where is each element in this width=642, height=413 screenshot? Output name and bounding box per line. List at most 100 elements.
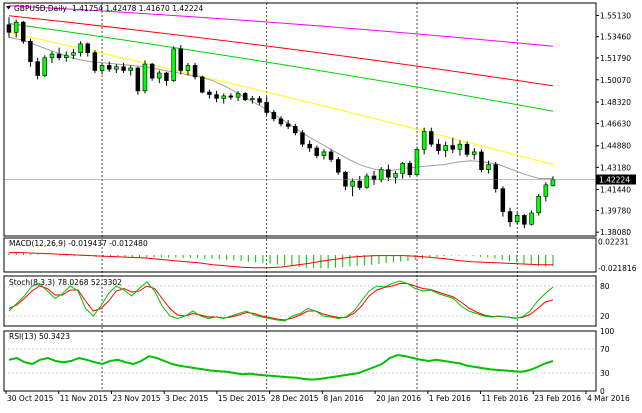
stoch-main-line	[8, 280, 554, 322]
candle	[350, 178, 355, 197]
candle	[214, 90, 219, 103]
candle-body	[493, 164, 498, 190]
candle-body	[207, 91, 212, 95]
candle-body	[200, 76, 205, 93]
candle-body	[114, 66, 119, 70]
date-tick-label: 23 Feb 2016	[534, 394, 581, 403]
candle	[99, 62, 105, 75]
candle	[178, 45, 184, 75]
candle-body	[228, 95, 234, 98]
price-tick-label: 1.43180	[600, 163, 631, 172]
candle-body	[328, 151, 334, 160]
candle-body	[242, 93, 248, 101]
date-tick-label: 28 Dec 2015	[271, 394, 319, 403]
rsi-line	[8, 353, 554, 381]
candle	[221, 93, 227, 104]
candle	[56, 47, 62, 61]
candle	[400, 162, 405, 179]
candle-body	[250, 98, 255, 101]
candle	[128, 65, 133, 76]
candle-body	[393, 173, 398, 178]
candle	[436, 139, 441, 155]
candle-body	[486, 164, 491, 171]
candle	[78, 41, 83, 57]
candle-body	[28, 40, 33, 62]
candle-body	[428, 131, 434, 145]
candle-body	[171, 48, 176, 82]
rsi-label: RSI(13) 50.3423	[9, 332, 70, 341]
candle-body	[35, 61, 40, 76]
candle-body	[157, 72, 162, 79]
candle-body	[6, 24, 12, 33]
candle	[543, 182, 549, 202]
candle	[335, 156, 341, 175]
candle	[257, 95, 262, 105]
candle	[450, 137, 455, 154]
candle-body	[550, 179, 556, 186]
date-tick-label: 30 Oct 2015	[7, 394, 54, 403]
candle-body	[400, 163, 405, 174]
candle	[371, 170, 377, 185]
candle-body	[378, 169, 384, 181]
candle-body	[42, 57, 47, 76]
date-tick-label: 8 Jan 2016	[323, 394, 363, 403]
candle-body	[56, 53, 62, 59]
candle	[264, 97, 269, 115]
price-tick-label: 1.39780	[600, 207, 631, 216]
candle-body	[221, 95, 227, 99]
candle-body	[92, 52, 98, 71]
candle-body	[271, 112, 277, 120]
stoch-tick-label: 20	[600, 312, 610, 321]
candle	[536, 193, 541, 216]
candle	[507, 207, 513, 227]
rsi-tick-label: 70	[600, 345, 610, 354]
candle	[414, 146, 420, 177]
ohlc-readout: 1.41754 1.42478 1.41670 1.42224	[72, 4, 203, 13]
candle-body	[185, 65, 191, 71]
macd-tick-label: 0.02231	[598, 237, 629, 246]
candle	[364, 173, 370, 189]
candle	[6, 17, 12, 38]
candle	[493, 162, 498, 193]
candle	[242, 92, 248, 102]
candle-body	[421, 131, 427, 150]
candle	[271, 109, 277, 122]
dropdown-marker-icon	[6, 6, 11, 10]
candle-body	[529, 212, 534, 225]
rsi-tick-label: 100	[600, 327, 615, 336]
date-tick-label: 11 Nov 2015	[60, 394, 108, 403]
date-tick-label: 3 Dec 2015	[165, 394, 208, 403]
candle	[300, 130, 305, 147]
candle	[35, 57, 40, 80]
candle	[164, 71, 169, 86]
candle-body	[457, 143, 463, 150]
candle-body	[314, 147, 319, 156]
macd-tick-label: -0.021816	[598, 264, 637, 273]
candle	[407, 160, 413, 178]
macd-label: MACD(12,26,9) -0.019437 -0.012480	[9, 239, 148, 248]
candle	[471, 148, 477, 160]
price-tick-label: 1.51790	[600, 54, 631, 63]
candle	[85, 42, 91, 57]
moving-average-4	[8, 36, 553, 179]
candle-body	[13, 21, 19, 33]
candle-body	[64, 54, 69, 59]
price-tick-label: 1.53460	[600, 33, 631, 42]
candle	[135, 66, 141, 95]
candle	[149, 62, 155, 81]
candle-body	[350, 180, 355, 187]
date-tick-label: 20 Jan 2016	[376, 394, 421, 403]
candle-body	[536, 196, 541, 214]
candle	[207, 89, 212, 99]
candle	[514, 212, 520, 225]
chart-canvas[interactable]: 0.02231-0.021816 8020 10070300 1.551301.…	[0, 0, 642, 411]
candle	[500, 186, 506, 217]
candle-body	[264, 102, 269, 113]
candle	[421, 127, 427, 155]
price-tick-label: 1.50070	[600, 76, 631, 85]
date-tick-label: 11 Feb 2016	[482, 394, 529, 403]
moving-average-2	[8, 23, 554, 112]
candle	[529, 210, 534, 226]
candle-body	[357, 180, 362, 188]
candle-body	[257, 98, 262, 103]
